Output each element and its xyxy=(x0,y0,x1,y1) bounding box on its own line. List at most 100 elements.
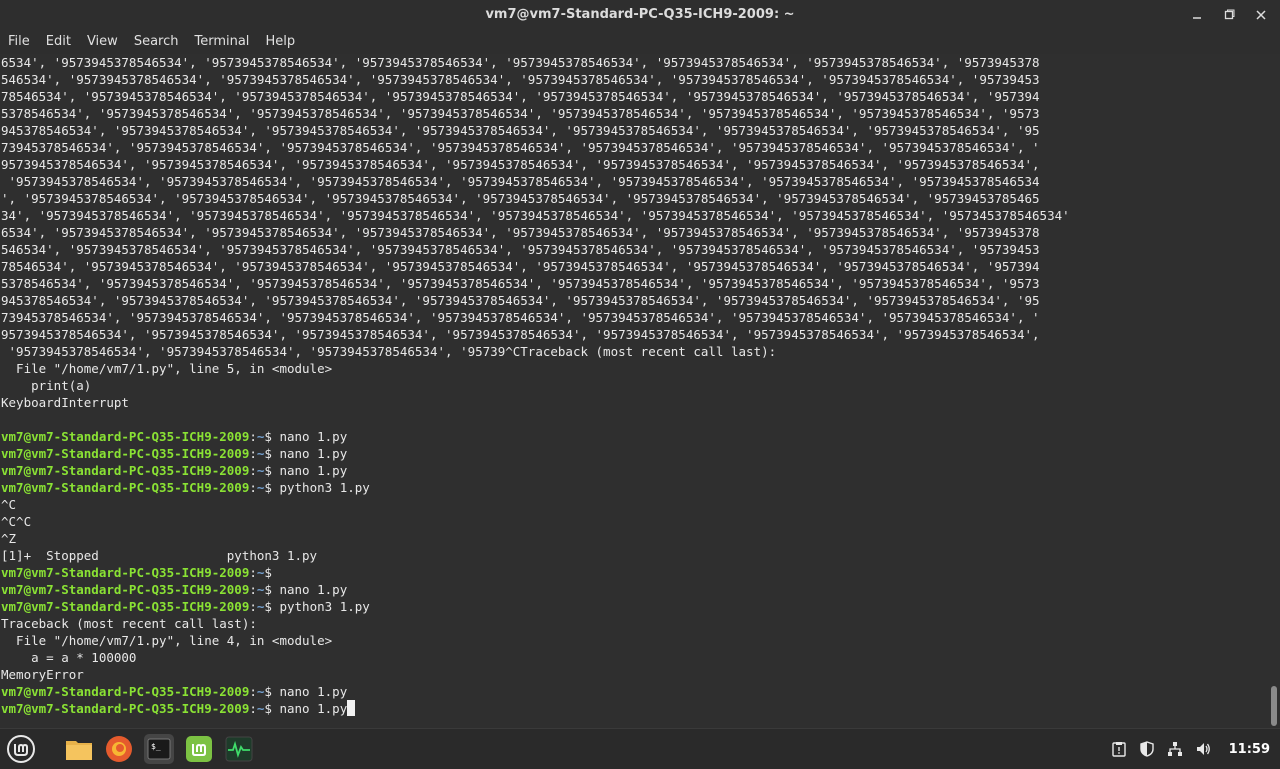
terminal-output-line: 78546534', '9573945378546534', '95739453… xyxy=(1,88,1268,105)
command-text: python3 1.py xyxy=(279,480,370,495)
prompt-separator: : xyxy=(249,429,257,444)
menu-edit[interactable]: Edit xyxy=(38,30,79,54)
command-text[interactable]: nano 1.py xyxy=(279,701,347,716)
terminal-output-line: ^C^C xyxy=(1,513,1268,530)
prompt-symbol: $ xyxy=(264,582,280,597)
prompt-user-host: vm7@vm7-Standard-PC-Q35-ICH9-2009 xyxy=(1,480,250,495)
terminal-prompt-line: vm7@vm7-Standard-PC-Q35-ICH9-2009:~$ nan… xyxy=(1,462,1268,479)
terminal-output-line: 945378546534', '9573945378546534', '9573… xyxy=(1,122,1268,139)
command-text: nano 1.py xyxy=(279,684,348,699)
terminal-prompt-line: vm7@vm7-Standard-PC-Q35-ICH9-2009:~$ xyxy=(1,564,1268,581)
prompt-separator: : xyxy=(249,565,257,580)
output-text: Traceback (most recent call last): xyxy=(1,616,257,631)
output-text: ^C xyxy=(1,497,17,512)
terminal-prompt-line: vm7@vm7-Standard-PC-Q35-ICH9-2009:~$ pyt… xyxy=(1,598,1268,615)
terminal-icon[interactable]: $_ xyxy=(144,734,174,764)
minimize-icon[interactable] xyxy=(1188,6,1206,24)
terminal-output-line: 5378546534', '9573945378546534', '957394… xyxy=(1,105,1268,122)
output-text: 945378546534', '9573945378546534', '9573… xyxy=(1,123,1040,138)
menu-bar: File Edit View Search Terminal Help xyxy=(0,30,1280,54)
terminal-prompt-line: vm7@vm7-Standard-PC-Q35-ICH9-2009:~$ nan… xyxy=(1,428,1268,445)
system-monitor-icon[interactable] xyxy=(224,734,254,764)
terminal-output-line: 78546534', '9573945378546534', '95739453… xyxy=(1,258,1268,275)
volume-icon[interactable] xyxy=(1195,741,1211,757)
menu-search[interactable]: Search xyxy=(126,30,187,54)
terminal-output-line: ', '9573945378546534', '9573945378546534… xyxy=(1,190,1268,207)
prompt-user-host: vm7@vm7-Standard-PC-Q35-ICH9-2009 xyxy=(1,429,250,444)
terminal-output-line: '9573945378546534', '9573945378546534', … xyxy=(1,173,1268,190)
output-text: 9573945378546534', '9573945378546534', '… xyxy=(1,327,1040,342)
menu-file[interactable]: File xyxy=(0,30,38,54)
terminal-output-line: 546534', '9573945378546534', '9573945378… xyxy=(1,71,1268,88)
command-text: nano 1.py xyxy=(279,582,348,597)
terminal-output-line: File "/home/vm7/1.py", line 4, in <modul… xyxy=(1,632,1268,649)
command-text: nano 1.py xyxy=(279,463,348,478)
prompt-symbol: $ xyxy=(264,599,280,614)
prompt-symbol: $ xyxy=(264,480,280,495)
mint-menu-icon[interactable] xyxy=(6,734,36,764)
command-text: python3 1.py xyxy=(279,599,370,614)
terminal-output-line: a = a * 100000 xyxy=(1,649,1268,666)
output-text: 73945378546534', '9573945378546534', '95… xyxy=(1,140,1040,155)
output-text: '9573945378546534', '9573945378546534', … xyxy=(1,344,777,359)
prompt-separator: : xyxy=(249,701,257,716)
output-text: ^C^C xyxy=(1,514,32,529)
terminal-output-line: '9573945378546534', '9573945378546534', … xyxy=(1,343,1268,360)
scrollbar-thumb[interactable] xyxy=(1271,686,1277,726)
prompt-separator: : xyxy=(249,599,257,614)
window-title: vm7@vm7-Standard-PC-Q35-ICH9-2009: ~ xyxy=(485,7,795,22)
terminal-prompt-line: vm7@vm7-Standard-PC-Q35-ICH9-2009:~$ nan… xyxy=(1,700,1268,717)
terminal-prompt-line: vm7@vm7-Standard-PC-Q35-ICH9-2009:~$ pyt… xyxy=(1,479,1268,496)
command-text: nano 1.py xyxy=(279,446,348,461)
output-text: 5378546534', '9573945378546534', '957394… xyxy=(1,106,1040,121)
shield-icon[interactable] xyxy=(1139,741,1155,757)
output-text: 5378546534', '9573945378546534', '957394… xyxy=(1,276,1040,291)
output-text: 73945378546534', '9573945378546534', '95… xyxy=(1,310,1040,325)
prompt-separator: : xyxy=(249,463,257,478)
text-cursor xyxy=(347,700,356,716)
prompt-separator: : xyxy=(249,684,257,699)
output-text: a = a * 100000 xyxy=(1,650,137,665)
window-controls xyxy=(1188,0,1270,30)
terminal-lines: 6534', '9573945378546534', '957394537854… xyxy=(0,54,1268,717)
menu-terminal[interactable]: Terminal xyxy=(186,30,257,54)
output-text: 78546534', '9573945378546534', '95739453… xyxy=(1,259,1040,274)
mintinstall-icon[interactable] xyxy=(184,734,214,764)
menu-help[interactable]: Help xyxy=(257,30,303,54)
system-tray: 11:59 xyxy=(1111,729,1270,769)
files-icon[interactable] xyxy=(64,734,94,764)
output-text: 78546534', '9573945378546534', '95739453… xyxy=(1,89,1040,104)
terminal-output[interactable]: 6534', '9573945378546534', '957394537854… xyxy=(0,54,1268,728)
output-text: File "/home/vm7/1.py", line 5, in <modul… xyxy=(1,361,333,376)
prompt-user-host: vm7@vm7-Standard-PC-Q35-ICH9-2009 xyxy=(1,463,250,478)
terminal-output-line: [1]+ Stopped python3 1.py xyxy=(1,547,1268,564)
output-text: 6534', '9573945378546534', '957394537854… xyxy=(1,225,1040,240)
taskbar-launchers: $_ xyxy=(6,729,254,769)
output-text: MemoryError xyxy=(1,667,84,682)
prompt-user-host: vm7@vm7-Standard-PC-Q35-ICH9-2009 xyxy=(1,565,250,580)
output-text: [1]+ Stopped python3 1.py xyxy=(1,548,318,563)
prompt-separator: : xyxy=(249,582,257,597)
menu-view[interactable]: View xyxy=(79,30,126,54)
close-icon[interactable] xyxy=(1252,6,1270,24)
prompt-symbol: $ xyxy=(264,429,280,444)
terminal-scrollbar[interactable] xyxy=(1268,54,1280,728)
terminal-output-line: 546534', '9573945378546534', '9573945378… xyxy=(1,241,1268,258)
output-text: File "/home/vm7/1.py", line 4, in <modul… xyxy=(1,633,333,648)
clock[interactable]: 11:59 xyxy=(1229,742,1270,757)
network-icon[interactable] xyxy=(1167,741,1183,757)
firefox-icon[interactable] xyxy=(104,734,134,764)
output-text: 945378546534', '9573945378546534', '9573… xyxy=(1,293,1040,308)
command-text: nano 1.py xyxy=(279,429,348,444)
output-text: print(a) xyxy=(1,378,92,393)
output-text: ', '9573945378546534', '9573945378546534… xyxy=(1,191,1040,206)
output-text: 34', '9573945378546534', '95739453785465… xyxy=(1,208,1070,223)
clipboard-icon[interactable] xyxy=(1111,741,1127,757)
output-text: '9573945378546534', '9573945378546534', … xyxy=(1,174,1040,189)
prompt-user-host: vm7@vm7-Standard-PC-Q35-ICH9-2009 xyxy=(1,582,250,597)
maximize-icon[interactable] xyxy=(1220,6,1238,24)
prompt-user-host: vm7@vm7-Standard-PC-Q35-ICH9-2009 xyxy=(1,701,250,716)
terminal-output-line: 73945378546534', '9573945378546534', '95… xyxy=(1,309,1268,326)
window-titlebar[interactable]: vm7@vm7-Standard-PC-Q35-ICH9-2009: ~ xyxy=(0,0,1280,30)
